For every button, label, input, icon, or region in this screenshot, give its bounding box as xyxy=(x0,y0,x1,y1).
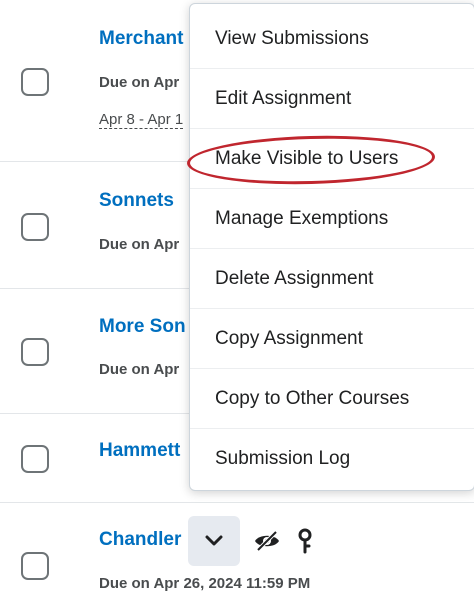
row-checkbox[interactable] xyxy=(21,552,49,580)
menu-item-copy-assignment[interactable]: Copy Assignment xyxy=(190,309,474,369)
eye-hidden-icon[interactable] xyxy=(253,530,281,552)
row-checkbox[interactable] xyxy=(21,338,49,366)
assignment-title-link[interactable]: Merchant xyxy=(99,28,183,50)
assignment-title-link[interactable]: Hammett xyxy=(99,440,180,462)
menu-item-make-visible[interactable]: Make Visible to Users xyxy=(190,129,474,189)
due-date-text: Due on Apr xyxy=(99,236,180,253)
menu-item-edit-assignment[interactable]: Edit Assignment xyxy=(190,69,474,129)
menu-item-copy-to-other-courses[interactable]: Copy to Other Courses xyxy=(190,369,474,429)
menu-item-view-submissions[interactable]: View Submissions xyxy=(190,9,474,69)
chevron-down-icon xyxy=(205,535,223,546)
due-date-text: Due on Apr xyxy=(99,361,180,378)
row-checkbox[interactable] xyxy=(21,213,49,241)
due-date-text: Due on Apr 26, 2024 11:59 PM xyxy=(99,575,311,592)
assignment-title-link[interactable]: More Son xyxy=(99,316,186,338)
assignment-actions-menu: View Submissions Edit Assignment Make Vi… xyxy=(189,3,474,491)
availability-range-text[interactable]: Apr 8 - Apr 1 xyxy=(99,111,184,129)
actions-menu-toggle-button[interactable] xyxy=(188,516,240,566)
assignment-title-link[interactable]: Sonnets xyxy=(99,190,174,212)
key-pin-icon[interactable] xyxy=(296,528,314,554)
assignment-title-link[interactable]: Chandler xyxy=(99,529,181,551)
menu-item-manage-exemptions[interactable]: Manage Exemptions xyxy=(190,189,474,249)
row-checkbox[interactable] xyxy=(21,68,49,96)
due-date-text: Due on Apr xyxy=(99,74,180,91)
menu-item-submission-log[interactable]: Submission Log xyxy=(190,429,474,489)
menu-item-delete-assignment[interactable]: Delete Assignment xyxy=(190,249,474,309)
row-checkbox[interactable] xyxy=(21,445,49,473)
